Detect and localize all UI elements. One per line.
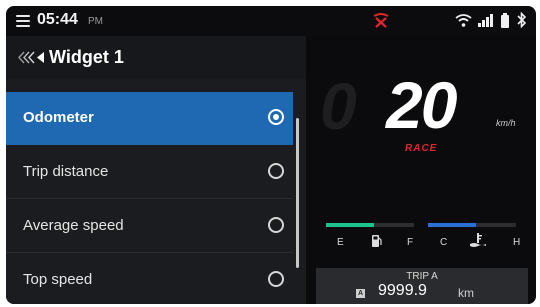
battery-icon [501,13,509,28]
temperature-gauge-fill [428,223,477,227]
dashboard-panel: 0 20 km/h RACE E F C H TRIP A A 9999.9 k… [306,36,536,304]
connection-lost-icon [373,13,389,28]
trip-title: TRIP A [406,271,438,282]
status-bar: 05:44 PM [6,6,536,36]
back-chevrons-icon[interactable] [18,51,46,64]
fuel-pump-icon [372,235,382,247]
list-item-top-speed[interactable]: Top speed [6,254,293,304]
fuel-full-label: F [407,237,414,248]
trip-meter: TRIP A A 9999.9 km [316,268,528,304]
radio-button-selected[interactable] [268,109,284,125]
trip-unit: km [458,286,474,300]
speed-ghost-digit: 0 [320,69,357,143]
radio-button[interactable] [268,217,284,233]
list-item-odometer[interactable]: Odometer [6,92,293,145]
list-item-average-speed[interactable]: Average speed [6,200,293,253]
list-item-label: Trip distance [23,163,109,180]
temperature-cold-label: C [440,237,448,248]
coolant-temperature-icon [470,233,486,247]
trip-a-icon: A [356,289,365,298]
fuel-gauge-fill [326,223,375,227]
temperature-hot-label: H [513,237,521,248]
divider [6,252,293,253]
panel-header: Widget 1 [6,36,306,79]
radio-button[interactable] [268,271,284,287]
fuel-empty-label: E [337,237,344,248]
menu-icon[interactable] [16,15,30,27]
list-item-label: Top speed [23,271,93,288]
list-item-trip-distance[interactable]: Trip distance [6,146,293,199]
widget-selector-panel: Widget 1 Odometer Trip distance Average … [6,36,306,304]
list-item-label: Average speed [23,217,124,234]
radio-button[interactable] [268,163,284,179]
wifi-icon [455,14,472,27]
dashboard-screen: 05:44 PM Widget 1 Odometer Trip distance… [6,6,536,304]
panel-title: Widget 1 [49,47,124,67]
list-item-label: Odometer [23,109,94,126]
trip-value: 9999.9 [378,282,427,299]
signal-icon [478,14,493,27]
riding-mode: RACE [405,143,438,154]
scrollbar[interactable] [296,118,299,268]
bluetooth-icon [517,12,527,28]
speed-readout: 20 [386,68,457,142]
clock-ampm: PM [88,16,103,27]
clock: 05:44 [37,11,78,28]
speed-unit: km/h [496,118,516,128]
